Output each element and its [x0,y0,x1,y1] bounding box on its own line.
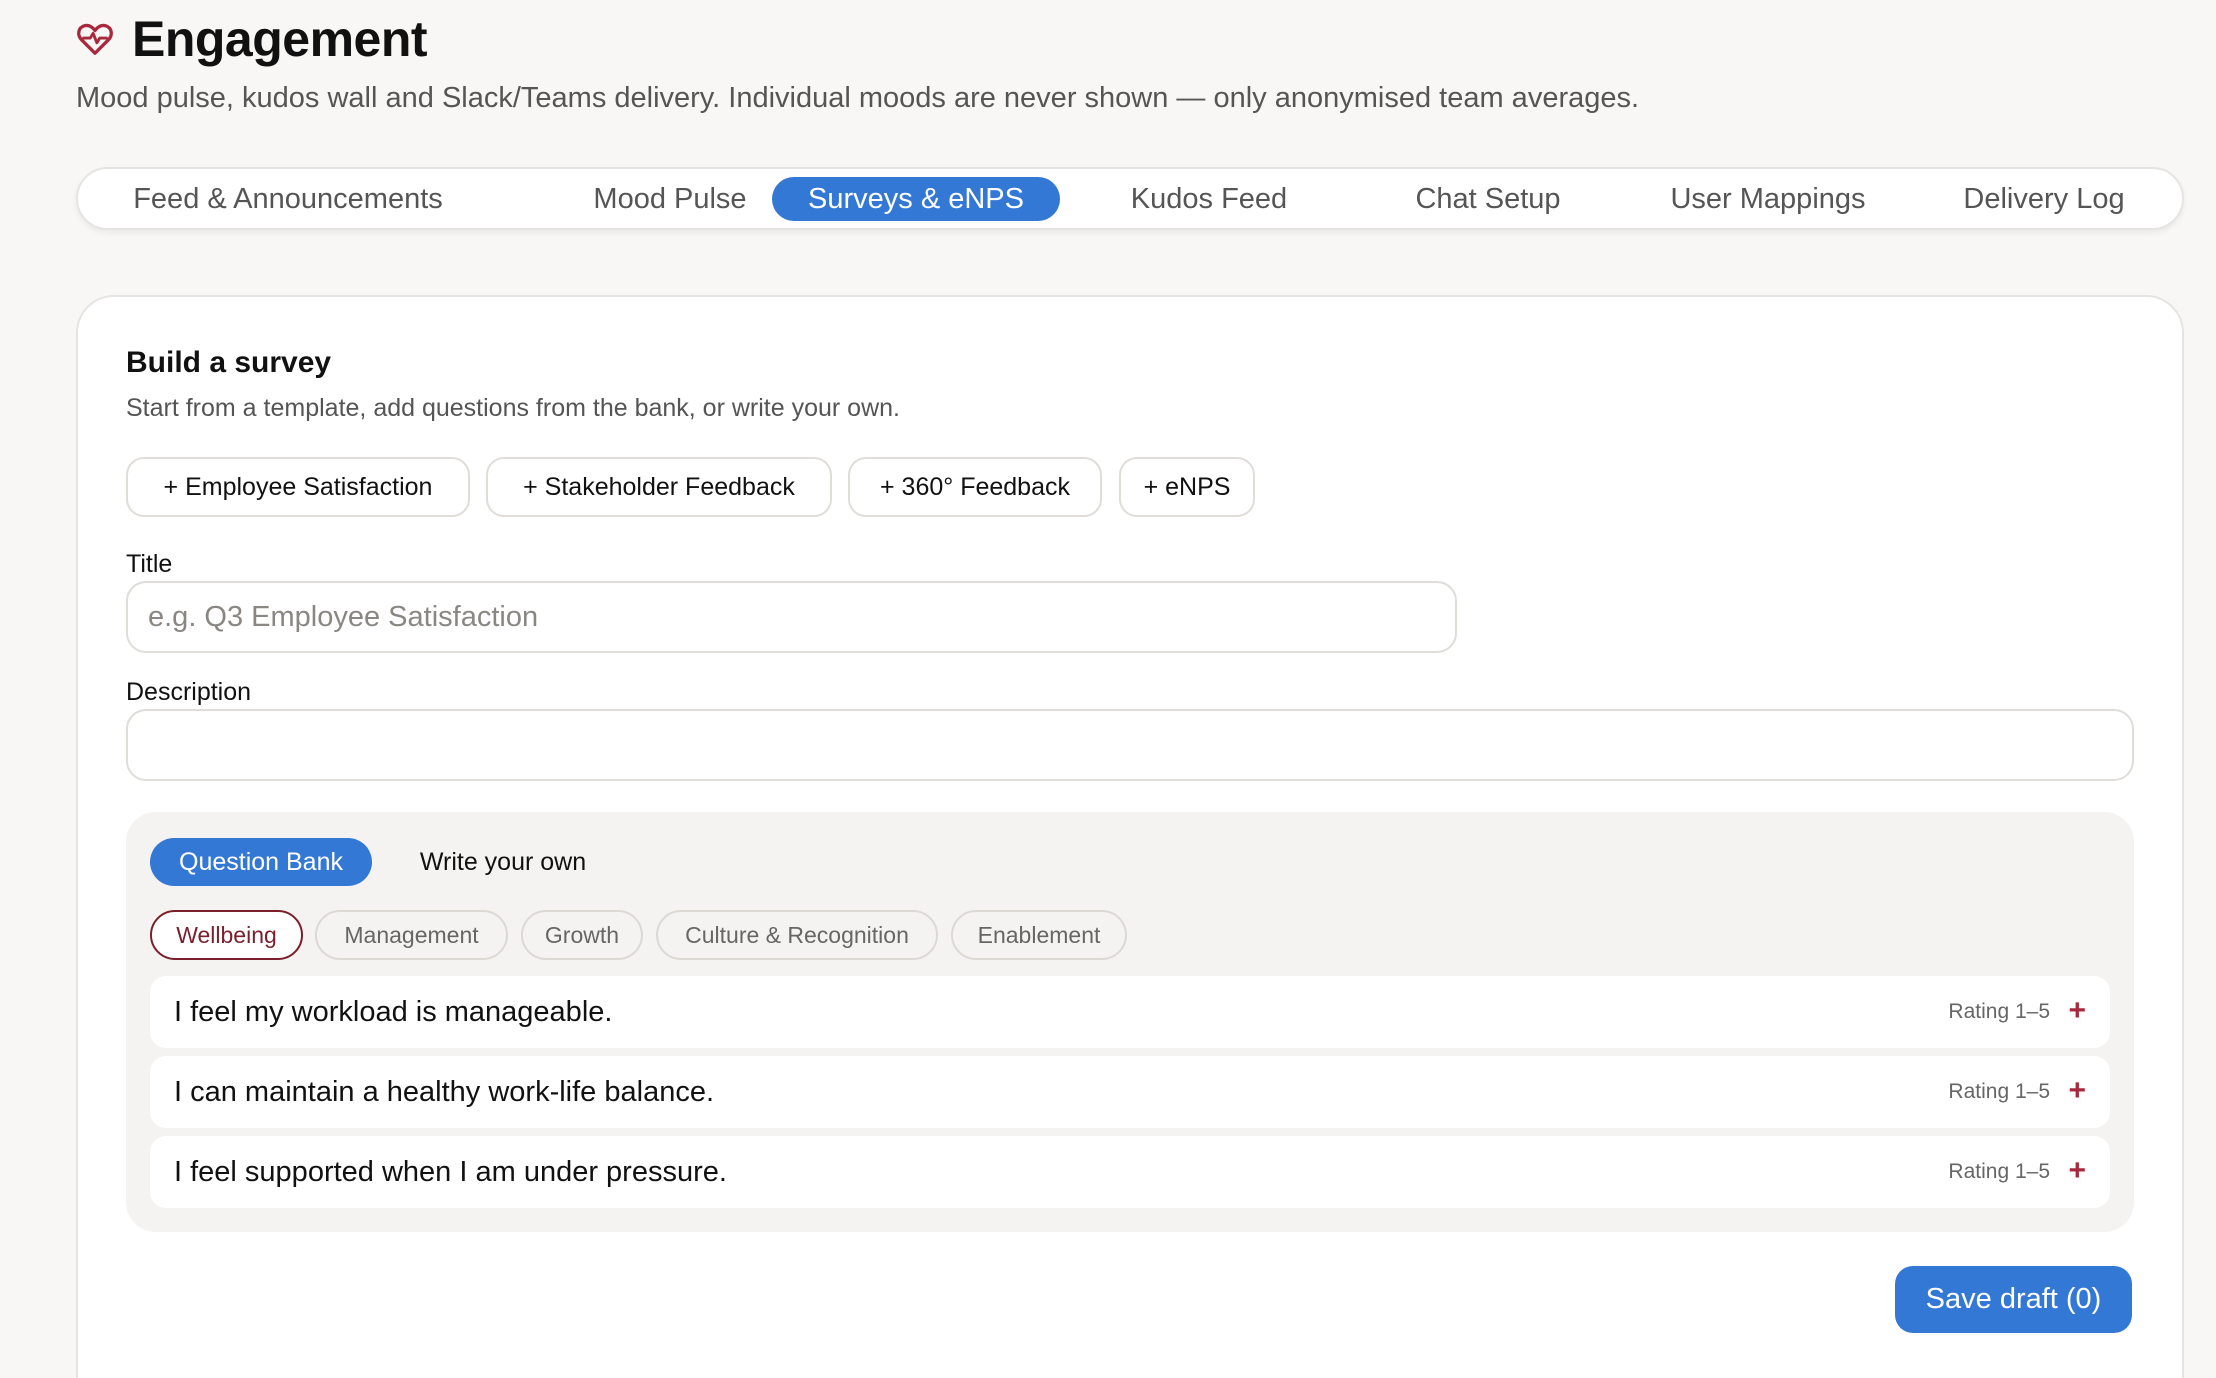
description-input[interactable] [126,709,2134,781]
category-wellbeing-chip[interactable]: Wellbeing [150,910,303,960]
page-subtitle: Mood pulse, kudos wall and Slack/Teams d… [76,82,1640,114]
question-type: Rating 1–5 [1948,1000,2050,1023]
category-growth-chip[interactable]: Growth [521,910,643,960]
question-text: I feel my workload is manageable. [174,996,613,1028]
question-bank-tab[interactable]: Question Bank [150,838,372,886]
question-type: Rating 1–5 [1948,1160,2050,1183]
question-text: I feel supported when I am under pressur… [174,1156,727,1188]
question-type: Rating 1–5 [1948,1080,2050,1103]
question-row[interactable]: I feel my workload is manageable. Rating… [150,976,2110,1048]
engagement-tabs: Feed & Announcements Mood Pulse Surveys … [76,167,2184,230]
add-question-icon[interactable]: + [2068,1136,2086,1206]
page-header: Engagement [76,10,428,68]
builder-title: Build a survey [126,346,332,379]
builder-description: Start from a template, add questions fro… [126,394,900,422]
template-employee-satisfaction-button[interactable]: + Employee Satisfaction [126,457,470,517]
category-culture-recognition-chip[interactable]: Culture & Recognition [656,910,938,960]
tab-chat-setup[interactable]: Chat Setup [1368,177,1608,221]
question-text: I can maintain a healthy work-life balan… [174,1076,715,1108]
category-enablement-chip[interactable]: Enablement [951,910,1127,960]
page-title: Engagement [132,11,428,67]
question-row[interactable]: I can maintain a healthy work-life balan… [150,1056,2110,1128]
description-label: Description [126,678,252,706]
add-question-icon[interactable]: + [2068,1056,2086,1126]
category-management-chip[interactable]: Management [315,910,508,960]
template-stakeholder-feedback-button[interactable]: + Stakeholder Feedback [486,457,832,517]
engagement-page: Engagement Mood pulse, kudos wall and Sl… [0,0,2216,1378]
save-draft-button[interactable]: Save draft (0) [1895,1266,2132,1333]
add-question-icon[interactable]: + [2068,976,2086,1046]
tab-mood-pulse[interactable]: Mood Pulse [538,177,802,221]
title-input[interactable] [126,581,1457,653]
heart-pulse-icon [76,20,114,58]
template-360-feedback-button[interactable]: + 360° Feedback [848,457,1102,517]
tab-surveys-enps[interactable]: Surveys & eNPS [772,177,1060,221]
title-label: Title [126,550,173,578]
tab-feed-announcements[interactable]: Feed & Announcements [86,177,490,221]
tab-kudos-feed[interactable]: Kudos Feed [1082,177,1336,221]
tab-user-mappings[interactable]: User Mappings [1638,177,1898,221]
question-row[interactable]: I feel supported when I am under pressur… [150,1136,2110,1208]
template-enps-button[interactable]: + eNPS [1119,457,1255,517]
write-your-own-tab[interactable]: Write your own [398,838,608,886]
tab-delivery-log[interactable]: Delivery Log [1926,177,2162,221]
